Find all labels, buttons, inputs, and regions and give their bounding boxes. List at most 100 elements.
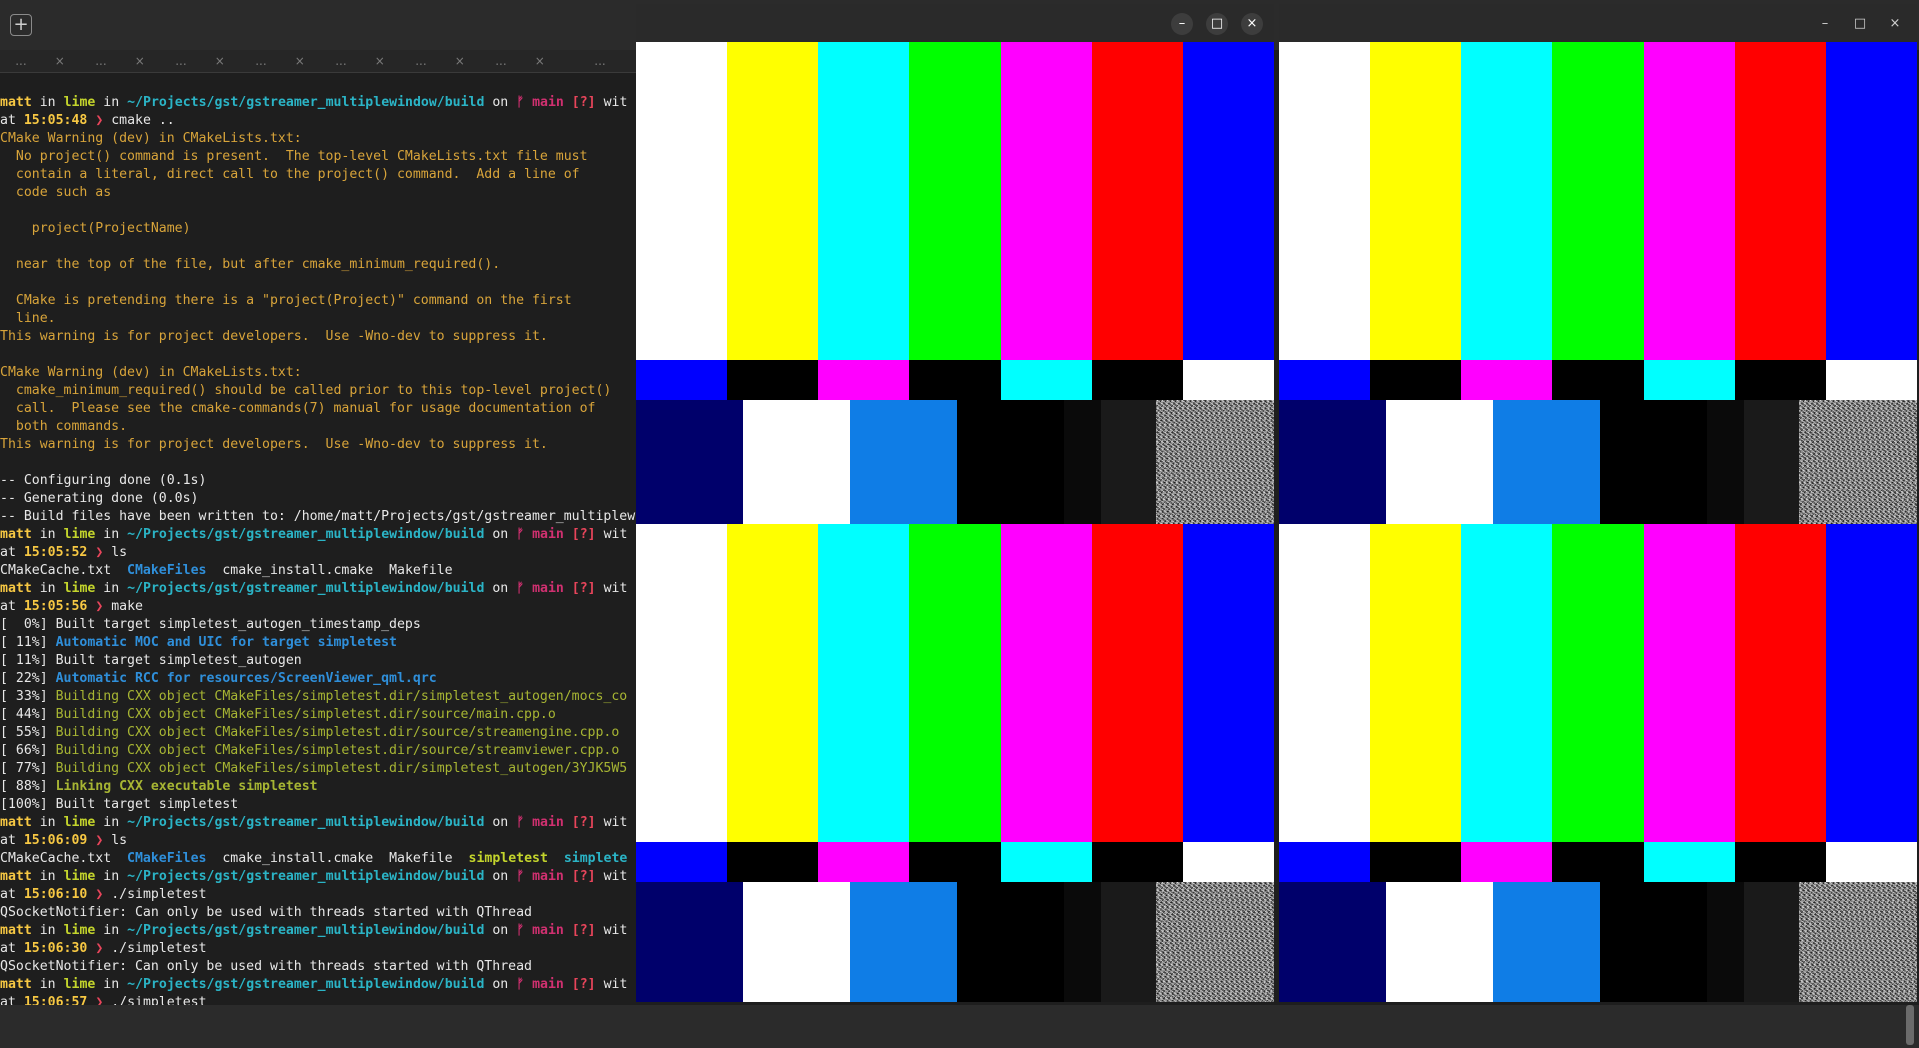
output-line: -- Configuring done (0.1s): [0, 473, 207, 488]
pluge-bar: [850, 882, 958, 1002]
ls-output: CMakeCache.txt CMakeFiles cmake_install.…: [0, 563, 453, 578]
make-output: [ 33%] Building CXX object CMakeFiles/si…: [0, 689, 628, 704]
close-icon[interactable]: ×: [455, 54, 465, 68]
window-titlebar[interactable]: – □ ×: [636, 4, 1274, 42]
color-bar-mid: [1734, 360, 1827, 400]
command-line: at 15:05:56 ❯ make: [0, 599, 143, 614]
terminal-tab[interactable]: ... ×: [160, 54, 240, 68]
video-window-1[interactable]: – □ ×: [636, 4, 1274, 1002]
color-bar: [1461, 42, 1554, 360]
make-output: [ 44%] Building CXX object CMakeFiles/si…: [0, 707, 556, 722]
terminal-tab[interactable]: ... ×: [80, 54, 160, 68]
command-line: at 15:05:52 ❯ ls: [0, 545, 128, 560]
color-bar: [1091, 42, 1184, 360]
color-bar: [727, 524, 820, 842]
color-bar-mid: [1461, 360, 1554, 400]
minimize-button[interactable]: –: [1171, 13, 1193, 35]
tab-label: ...: [95, 54, 107, 68]
pluge-bar: [743, 882, 851, 1002]
command-line: at 15:05:48 ❯ cmake ..: [0, 113, 175, 128]
noise-patch: [1156, 882, 1274, 1002]
prompt-line: matt in lime in ~/Projects/gst/gstreamer…: [0, 581, 628, 596]
output-line: call. Please see the cmake-commands(7) m…: [0, 401, 596, 416]
minimize-button[interactable]: –: [1814, 13, 1836, 35]
noise-patch: [1799, 400, 1917, 524]
pluge-bar: [957, 882, 1065, 1002]
output-line: QSocketNotifier: Can only be used with t…: [0, 905, 532, 920]
prompt-line: matt in lime in ~/Projects/gst/gstreamer…: [0, 977, 628, 992]
command-line: at 15:06:30 ❯ ./simpletest: [0, 941, 207, 956]
tab-label: ...: [495, 54, 507, 68]
new-tab-button[interactable]: +: [10, 14, 32, 36]
maximize-button[interactable]: □: [1206, 13, 1228, 35]
color-bar: [1279, 524, 1372, 842]
color-bar: [1370, 42, 1463, 360]
pluge-bar: [636, 882, 744, 1002]
color-bar: [1825, 42, 1917, 360]
terminal-tab[interactable]: ... ×: [400, 54, 480, 68]
video-window-2[interactable]: – □ ×: [1279, 4, 1917, 1002]
prompt-line: matt in lime in ~/Projects/gst/gstreamer…: [0, 95, 628, 110]
close-icon[interactable]: ×: [375, 54, 385, 68]
pluge-bar: [1600, 400, 1708, 524]
noise-patch: [1156, 400, 1274, 524]
close-icon[interactable]: ×: [535, 54, 545, 68]
color-bar-mid: [1091, 842, 1184, 882]
terminal-tab[interactable]: ... ×: [0, 54, 80, 68]
output-line: CMake is pretending there is a "project(…: [0, 293, 572, 308]
color-bar: [1091, 524, 1184, 842]
noise-patch: [1799, 882, 1917, 1002]
terminal-footer: [0, 1005, 1919, 1048]
color-bar: [727, 42, 820, 360]
pluge-bar: [850, 400, 958, 524]
output-line: CMake Warning (dev) in CMakeLists.txt:: [0, 131, 302, 146]
output-line: near the top of the file, but after cmak…: [0, 257, 501, 272]
git-branch-icon: ᚠ: [516, 581, 525, 596]
pluge-bar: [636, 400, 744, 524]
terminal-tab[interactable]: ... ×: [240, 54, 320, 68]
color-bar-mid: [1825, 842, 1917, 882]
tab-label: ...: [335, 54, 347, 68]
terminal-output[interactable]: matt in lime in ~/Projects/gst/gstreamer…: [0, 94, 636, 1034]
color-bar: [1643, 42, 1736, 360]
color-bar: [636, 524, 729, 842]
terminal-tab[interactable]: ... ×: [480, 54, 560, 68]
pluge-bar: [1279, 882, 1387, 1002]
pluge-bar: [1386, 400, 1494, 524]
close-button[interactable]: ×: [1241, 13, 1263, 35]
color-bar-mid: [727, 842, 820, 882]
color-bar-mid: [818, 842, 911, 882]
output-line: CMake Warning (dev) in CMakeLists.txt:: [0, 365, 302, 380]
output-line: -- Build files have been written to: /ho…: [0, 509, 636, 524]
test-pattern: [1279, 42, 1917, 524]
close-icon[interactable]: ×: [55, 54, 65, 68]
color-bar-mid: [1000, 842, 1093, 882]
close-button[interactable]: ×: [1884, 13, 1906, 35]
terminal-tab[interactable]: ... ×: [320, 54, 400, 68]
maximize-button[interactable]: □: [1849, 13, 1871, 35]
pluge-bar: [1600, 882, 1708, 1002]
pluge-bar: [1493, 400, 1601, 524]
color-bar: [1552, 42, 1645, 360]
terminal-tab[interactable]: ...: [560, 54, 640, 68]
close-icon[interactable]: ×: [295, 54, 305, 68]
color-bar-mid: [1552, 842, 1645, 882]
color-bar-mid: [1552, 360, 1645, 400]
close-icon[interactable]: ×: [215, 54, 225, 68]
color-bar-mid: [1461, 842, 1554, 882]
output-line: contain a literal, direct call to the pr…: [0, 167, 580, 182]
close-icon[interactable]: ×: [135, 54, 145, 68]
tab-label: ...: [255, 54, 267, 68]
terminal-scrollbar[interactable]: [1906, 1005, 1914, 1045]
window-titlebar[interactable]: – □ ×: [1279, 4, 1917, 42]
output-line: project(ProjectName): [0, 221, 191, 236]
make-output: [ 77%] Building CXX object CMakeFiles/si…: [0, 761, 628, 776]
color-bar-mid: [818, 360, 911, 400]
color-bar-mid: [1000, 360, 1093, 400]
color-bar-mid: [1279, 360, 1372, 400]
color-bar: [1279, 42, 1372, 360]
